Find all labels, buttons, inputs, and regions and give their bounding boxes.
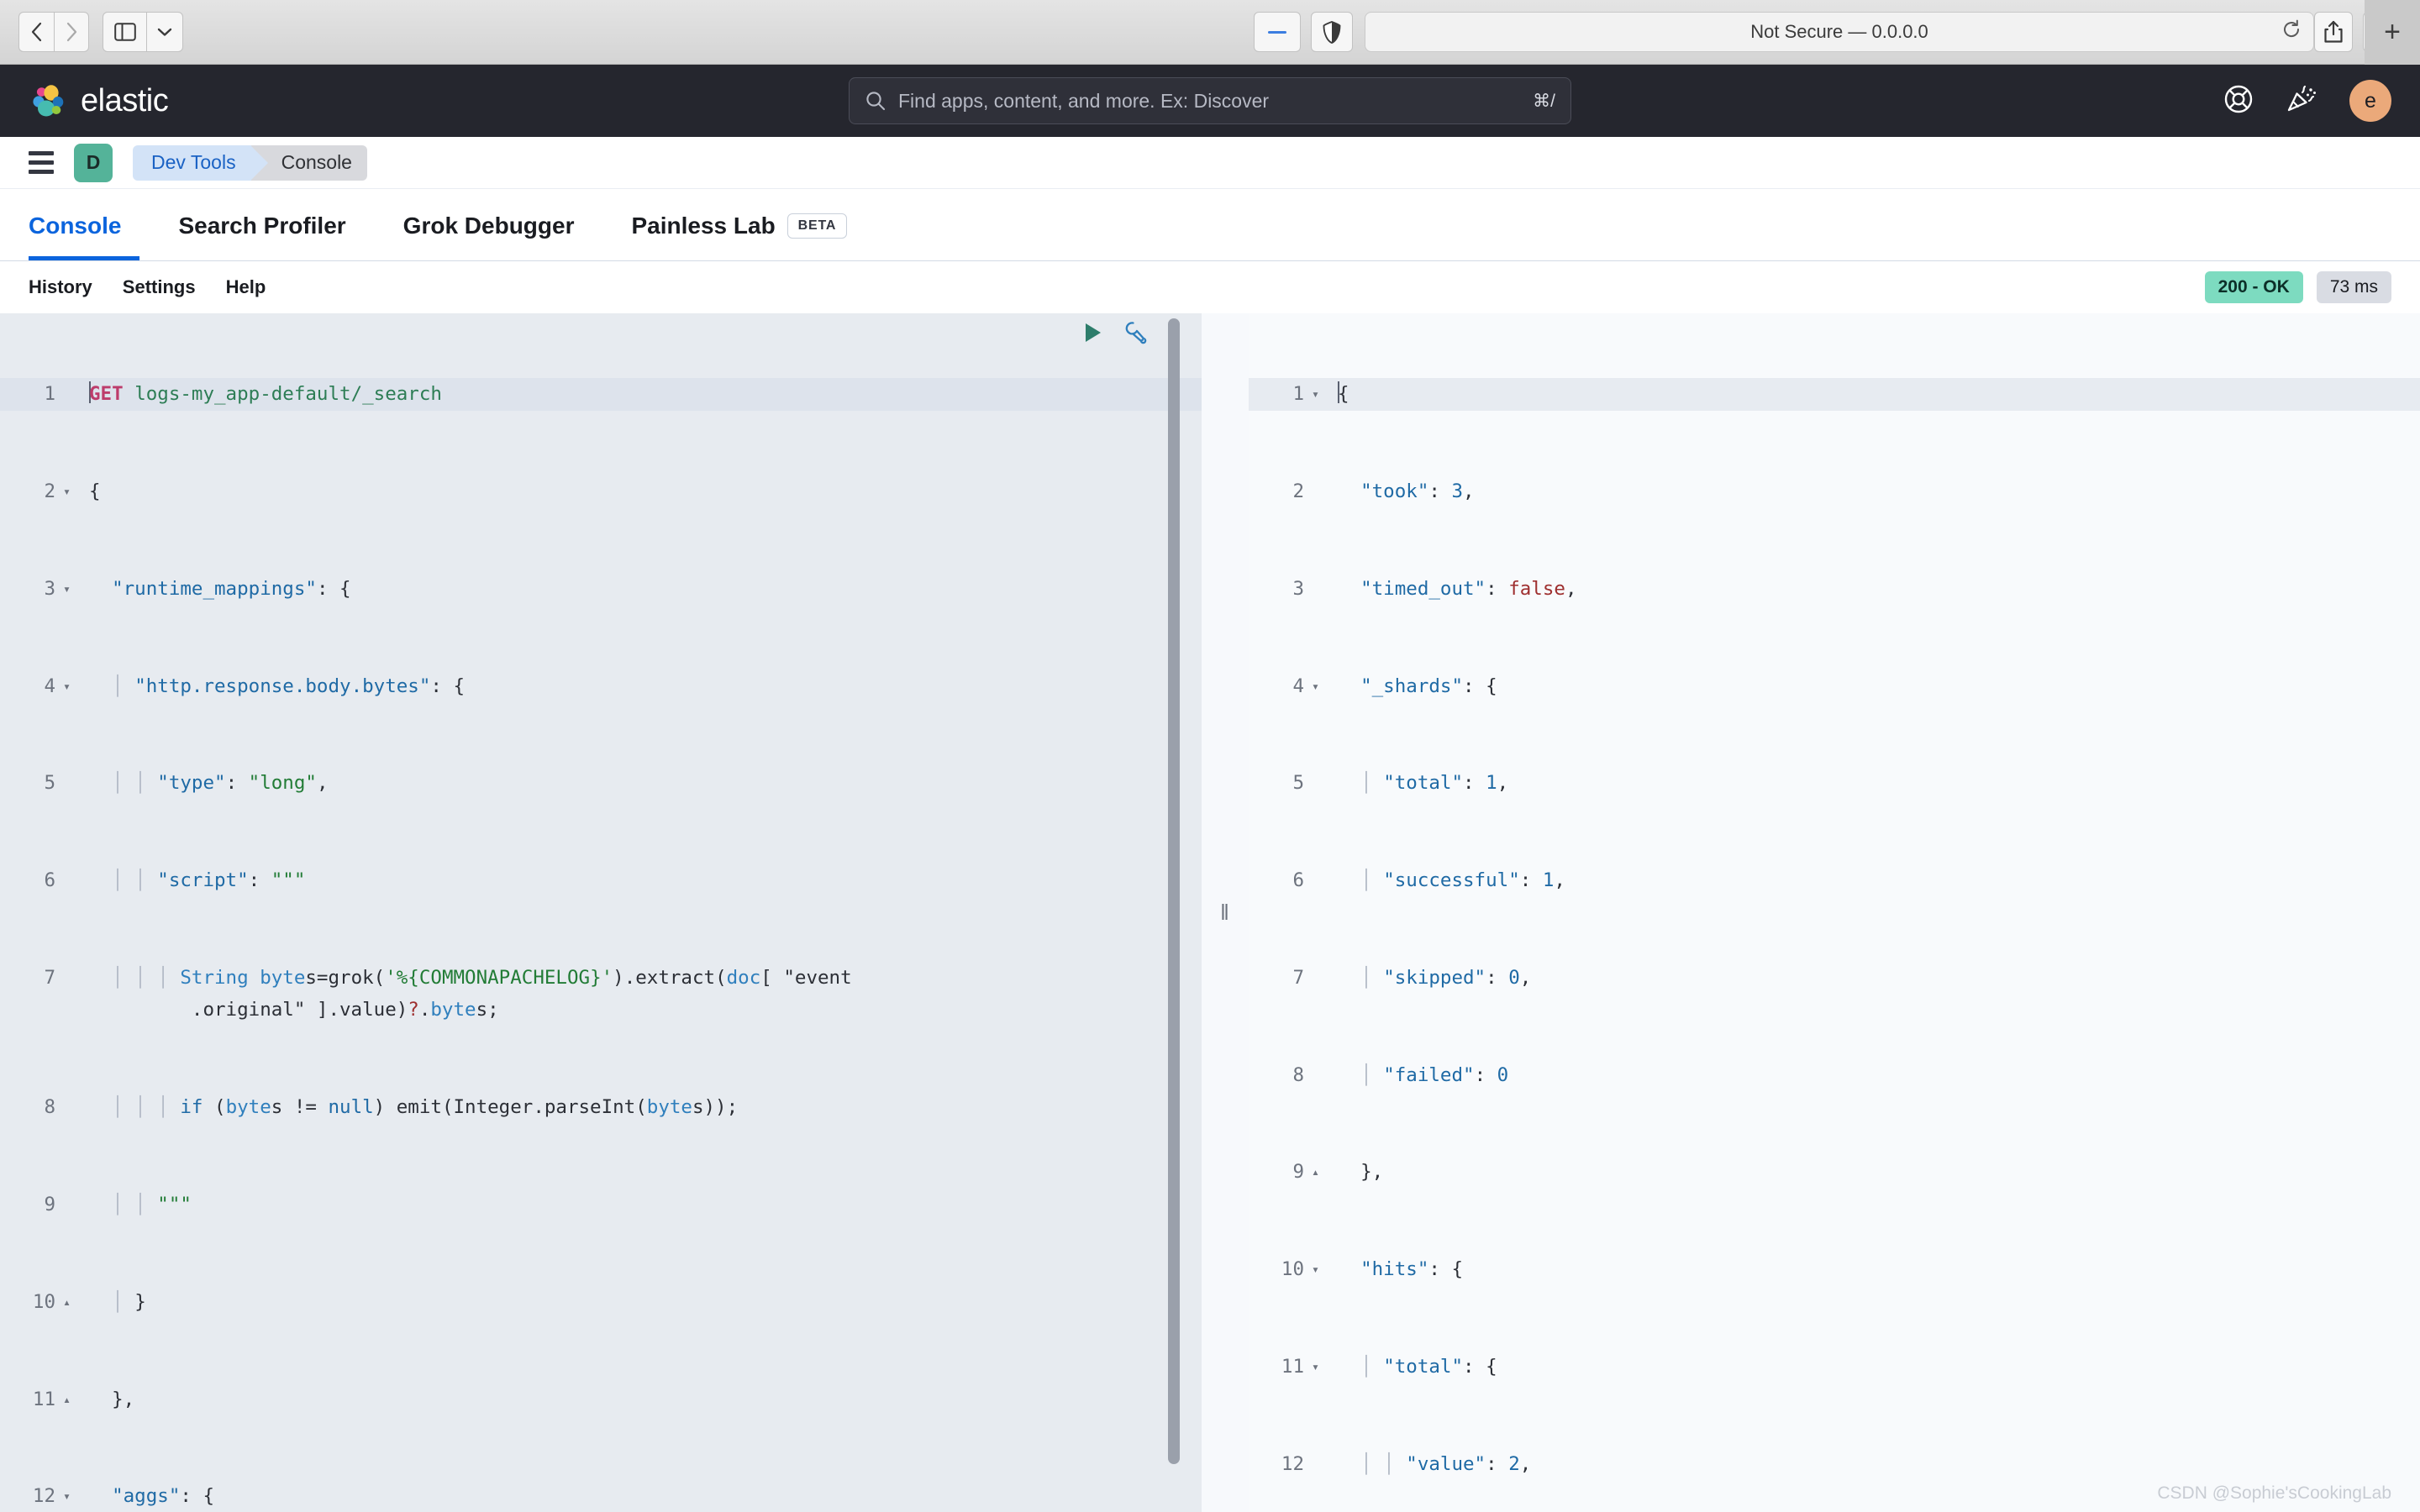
share-icon [2324, 20, 2343, 43]
code-line: 1 ▾{ [1249, 378, 2420, 411]
breadcrumb-bar: D Dev Tools Console [0, 137, 2420, 189]
chevron-left-icon [31, 22, 41, 42]
breadcrumb-item-console[interactable]: Console [250, 144, 367, 181]
request-editor-pane[interactable]: 1 GET logs-my_app-default/_search 2 ▾{ 3 ▾ … [0, 313, 1202, 1512]
code-line: 2 "took": 3, [1292, 480, 1475, 502]
code-line: 9 ▴ }, [1292, 1161, 1384, 1184]
tab-search-profiler[interactable]: Search Profiler [160, 195, 364, 260]
code-line: 3 "timed_out": false, [1292, 577, 1577, 600]
code-line: 5 │ "total": 1, [1292, 772, 1509, 795]
elastic-logo-link[interactable]: elastic [29, 81, 169, 120]
code-line: 4 ▾ "_shards": { [1292, 675, 1497, 697]
code-line: 7 │ │ │ String bytes=grok('%{COMMONAPACH… [44, 966, 852, 1021]
code-line: 9 │ │ """ [44, 1194, 192, 1216]
code-line: 3 ▾ "runtime_mappings": { [44, 577, 351, 600]
reload-button[interactable] [2281, 19, 2302, 45]
brand-name: elastic [81, 82, 169, 118]
response-status-group: 200 - OK 73 ms [2204, 271, 2391, 303]
dev-tools-tabs: Console Search Profiler Grok Debugger Pa… [0, 189, 2420, 261]
browser-toolbar: Not Secure — 0.0.0.0 + [0, 0, 2420, 65]
reload-icon [2284, 19, 2300, 38]
request-code[interactable]: 1 GET logs-my_app-default/_search 2 ▾{ 3 ▾ … [0, 313, 1202, 1512]
beta-badge: BETA [786, 213, 848, 239]
request-scrollbar[interactable] [1168, 318, 1180, 1512]
status-badge: 200 - OK [2204, 271, 2303, 303]
sidebar-menu-button[interactable] [146, 12, 183, 52]
tab-grok-debugger[interactable]: Grok Debugger [385, 195, 593, 260]
code-line: 6 │ "successful": 1, [1292, 869, 1565, 892]
code-line: 7 │ "skipped": 0, [1292, 966, 1532, 989]
breadcrumb-item-dev-tools[interactable]: Dev Tools [133, 144, 268, 181]
primary-nav-toggle[interactable] [29, 151, 54, 174]
chevron-down-icon [157, 28, 172, 36]
settings-button[interactable]: Settings [123, 276, 196, 298]
breadcrumb-item-label: Console [281, 151, 352, 173]
lifebuoy-icon [2224, 85, 2253, 113]
code-line: 8 │ │ │ if (bytes != null) emit(Integer.… [44, 1096, 739, 1119]
tab-label: Grok Debugger [402, 212, 575, 239]
whats-new-button[interactable] [2286, 84, 2317, 118]
code-line: 12 ▾ "aggs": { [32, 1485, 215, 1508]
header-actions: e [2223, 80, 2391, 122]
tab-group-indicator[interactable] [1254, 12, 1301, 52]
response-time-badge: 73 ms [2316, 271, 2391, 303]
console-menu-bar: History Settings Help 200 - OK 73 ms [0, 261, 2420, 313]
sidebar-icon [113, 23, 136, 41]
global-search-shortcut: ⌘/ [1533, 91, 1555, 111]
sidebar-toggle-group [103, 12, 183, 52]
code-line: 2 ▾{ [44, 480, 101, 502]
code-line: 11 ▴ }, [32, 1388, 135, 1410]
code-line: 10 ▴ │ } [32, 1290, 146, 1313]
breadcrumb: Dev Tools Console [133, 144, 367, 181]
show-sidebar-button[interactable] [103, 12, 146, 52]
global-search-placeholder: Find apps, content, and more. Ex: Discov… [898, 89, 1270, 112]
console-wrench-button[interactable] [1123, 320, 1148, 349]
elastic-logo-icon [33, 85, 64, 117]
code-line: 5 │ │ "type": "long", [44, 772, 329, 795]
forward-button[interactable] [54, 12, 89, 52]
global-search-input[interactable]: Find apps, content, and more. Ex: Discov… [849, 77, 1571, 124]
history-button[interactable]: History [29, 276, 92, 298]
space-avatar[interactable]: D [74, 143, 113, 182]
search-icon [866, 92, 886, 111]
watermark: CSDN @Sophie'sCookingLab [2157, 1483, 2391, 1503]
code-line: 10 ▾ "hits": { [1281, 1258, 1464, 1281]
user-avatar[interactable]: e [2349, 80, 2391, 122]
breadcrumb-item-label: Dev Tools [151, 151, 236, 173]
new-tab-button[interactable]: + [2365, 0, 2420, 65]
code-line: 4 ▾ │ "http.response.body.bytes": { [44, 675, 466, 697]
code-line: 1 GET logs-my_app-default/_search [0, 378, 1202, 411]
response-code[interactable]: 1 ▾{ 2 "took": 3, 3 "timed_out": false, 4… [1249, 313, 2420, 1512]
tab-label: Search Profiler [178, 212, 346, 239]
help-button[interactable] [2223, 84, 2254, 118]
code-line: 8 │ "failed": 0 [1292, 1063, 1509, 1086]
play-icon [1086, 323, 1101, 342]
console-editor-area: 1 GET logs-my_app-default/_search 2 ▾{ 3 ▾ … [0, 313, 2420, 1512]
party-popper-icon [2287, 85, 2316, 111]
code-line: 11 ▾ │ "total": { [1281, 1356, 1497, 1378]
chevron-right-icon [66, 22, 77, 42]
tab-label: Painless Lab [631, 212, 776, 239]
elastic-global-header: elastic Find apps, content, and more. Ex… [0, 65, 2420, 137]
code-line: 6 │ │ "script": """ [44, 869, 306, 892]
tab-label: Console [29, 212, 122, 239]
request-scrollbar-thumb[interactable] [1168, 318, 1180, 1465]
browser-nav-group [18, 12, 89, 52]
wrench-icon [1125, 322, 1147, 344]
address-bar[interactable]: Not Secure — 0.0.0.0 [1365, 12, 2314, 52]
code-line: 12 │ │ "value": 2, [1281, 1452, 1532, 1475]
tab-painless-lab[interactable]: Painless Lab BETA [613, 195, 865, 260]
privacy-report-button[interactable] [1311, 12, 1353, 52]
help-button-console[interactable]: Help [226, 276, 266, 298]
back-button[interactable] [18, 12, 54, 52]
response-editor-pane[interactable]: 1 ▾{ 2 "took": 3, 3 "timed_out": false, 4… [1249, 313, 2420, 1512]
request-actions [1082, 320, 1148, 349]
share-button[interactable] [2314, 12, 2353, 52]
tab-console[interactable]: Console [29, 195, 140, 260]
send-request-button[interactable] [1082, 321, 1104, 349]
address-bar-text: Not Secure — 0.0.0.0 [1750, 21, 1928, 42]
shield-icon [1323, 20, 1341, 44]
editor-pane-divider[interactable]: ‖ [1202, 313, 1249, 1512]
